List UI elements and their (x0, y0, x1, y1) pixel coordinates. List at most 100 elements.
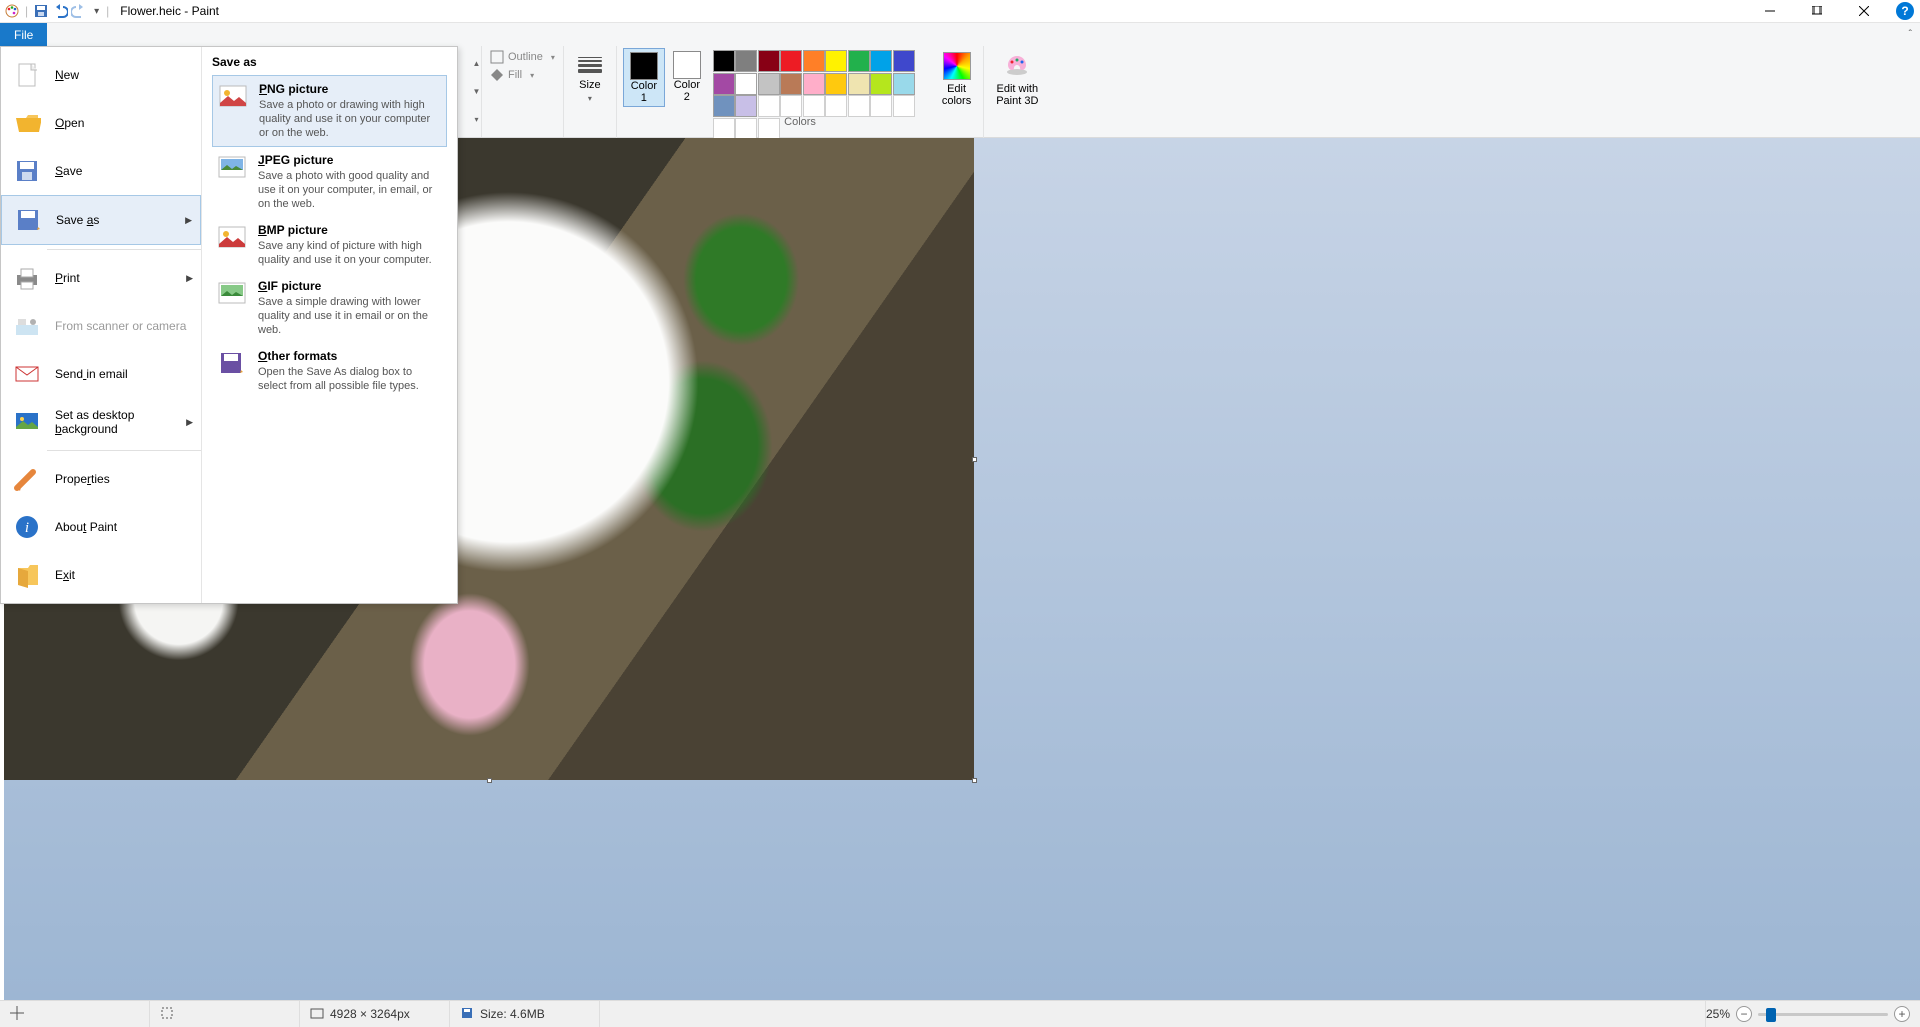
palette-color[interactable] (870, 73, 892, 95)
outline-option[interactable]: Outline▾ (490, 50, 555, 64)
palette-color[interactable] (848, 73, 870, 95)
palette-color[interactable] (848, 50, 870, 72)
file-size: Size: 4.6MB (480, 1007, 545, 1021)
palette-color[interactable] (735, 95, 757, 117)
palette-empty[interactable] (803, 95, 825, 117)
palette-color[interactable] (893, 50, 915, 72)
palette-color[interactable] (870, 50, 892, 72)
file-menu-label: Set as desktop background (55, 408, 191, 436)
file-menu-send-in-email[interactable]: Send in email (1, 350, 201, 398)
ribbon-collapse-icon[interactable]: ˆ (1909, 29, 1912, 40)
resize-handle-bottom[interactable] (487, 778, 492, 783)
help-button[interactable]: ? (1896, 2, 1914, 20)
file-menu-save[interactable]: Save (1, 147, 201, 195)
palette-color[interactable] (780, 73, 802, 95)
fill-option[interactable]: Fill▾ (490, 68, 555, 82)
palette-color[interactable] (735, 50, 757, 72)
saveas-option-jpeg-picture[interactable]: JPEG pictureSave a photo with good quali… (212, 147, 447, 217)
file-menu-icon (11, 109, 43, 137)
file-menu-about-paint[interactable]: iAbout Paint (1, 503, 201, 551)
colors-group-label: Colors (784, 116, 816, 128)
status-bar: 4928 × 3264px Size: 4.6MB 25% − + (0, 1000, 1920, 1027)
saveas-option-png-picture[interactable]: PNG pictureSave a photo or drawing with … (212, 75, 447, 147)
palette-color[interactable] (713, 73, 735, 95)
paint3d-label: Edit with Paint 3D (996, 83, 1038, 107)
file-menu-label: Save (55, 164, 82, 178)
size-icon (576, 54, 604, 76)
title-bar: | ▾ | Flower.heic - Paint ? (0, 0, 1920, 23)
resize-handle-right[interactable] (972, 457, 977, 462)
minimize-button[interactable] (1747, 0, 1792, 22)
saveas-option-icon (216, 153, 248, 181)
zoom-percent: 25% (1706, 1007, 1730, 1021)
file-menu: NewOpen Save Save as▶ Print▶From scanner or… (0, 46, 458, 604)
file-menu-icon (11, 561, 43, 589)
file-menu-icon (11, 61, 43, 89)
saveas-option-icon (216, 349, 248, 377)
saveas-option-icon (217, 82, 249, 110)
color2-button[interactable]: Color 2 (667, 48, 707, 105)
palette-color[interactable] (825, 50, 847, 72)
palette-color[interactable] (825, 73, 847, 95)
shapes-scroll[interactable]: ▲▼▾ (470, 46, 482, 137)
palette-color[interactable] (713, 95, 735, 117)
palette-color[interactable] (735, 73, 757, 95)
palette-color[interactable] (758, 73, 780, 95)
saveas-option-gif-picture[interactable]: GIF pictureSave a simple drawing with lo… (212, 273, 447, 343)
palette-color[interactable] (803, 73, 825, 95)
color1-button[interactable]: Color 1 (623, 48, 665, 107)
saveas-option-bmp-picture[interactable]: BMP pictureSave any kind of picture with… (212, 217, 447, 273)
saveas-option-desc: Save a photo with good quality and use i… (258, 167, 443, 211)
file-tab[interactable]: File (0, 23, 47, 46)
saveas-option-title: BMP picture (258, 223, 443, 237)
file-menu-icon (11, 408, 43, 436)
file-menu-label: Properties (55, 472, 110, 486)
palette-empty[interactable] (713, 118, 735, 140)
qat-customize-icon[interactable]: ▾ (90, 6, 103, 17)
qat-separator-2: | (106, 4, 109, 18)
file-menu-items: NewOpen Save Save as▶ Print▶From scanner or… (1, 47, 201, 603)
palette-empty[interactable] (758, 95, 780, 117)
palette-empty[interactable] (758, 118, 780, 140)
palette-empty[interactable] (825, 95, 847, 117)
palette-empty[interactable] (870, 95, 892, 117)
undo-icon[interactable] (52, 3, 68, 19)
maximize-button[interactable] (1794, 0, 1839, 22)
edit-colors-button[interactable]: Edit colors (936, 48, 977, 109)
file-menu-open[interactable]: Open (1, 99, 201, 147)
size-button[interactable]: Size ▾ (570, 52, 610, 105)
palette-empty[interactable] (780, 95, 802, 117)
submenu-arrow-icon: ▶ (185, 215, 192, 226)
file-menu-new[interactable]: New (1, 51, 201, 99)
zoom-in-button[interactable]: + (1894, 1006, 1910, 1022)
palette-color[interactable] (713, 50, 735, 72)
file-menu-set-as-desktop-background[interactable]: Set as desktop background▶ (1, 398, 201, 446)
palette-color[interactable] (893, 73, 915, 95)
color-palette (709, 48, 934, 140)
palette-empty[interactable] (893, 95, 915, 117)
palette-color[interactable] (803, 50, 825, 72)
file-menu-save-as[interactable]: Save as▶ (1, 195, 201, 245)
palette-color[interactable] (780, 50, 802, 72)
dimensions-icon (310, 1006, 324, 1023)
saveas-option-title: JPEG picture (258, 153, 443, 167)
palette-empty[interactable] (735, 118, 757, 140)
file-menu-icon (11, 465, 43, 493)
paint-app-icon (4, 3, 20, 19)
close-button[interactable] (1841, 0, 1886, 22)
submenu-arrow-icon: ▶ (186, 417, 193, 428)
saveas-option-other-formats[interactable]: Other formatsOpen the Save As dialog box… (212, 343, 447, 399)
file-menu-exit[interactable]: Exit (1, 551, 201, 599)
palette-color[interactable] (758, 50, 780, 72)
resize-handle-corner[interactable] (972, 778, 977, 783)
palette-empty[interactable] (848, 95, 870, 117)
save-icon[interactable] (33, 3, 49, 19)
paint3d-button[interactable]: Edit with Paint 3D (990, 48, 1044, 109)
redo-icon[interactable] (71, 3, 87, 19)
zoom-slider[interactable] (1758, 1013, 1888, 1016)
zoom-thumb[interactable] (1766, 1008, 1776, 1022)
file-menu-properties[interactable]: Properties (1, 455, 201, 503)
zoom-out-button[interactable]: − (1736, 1006, 1752, 1022)
file-menu-from-scanner-or-camera[interactable]: From scanner or camera (1, 302, 201, 350)
file-menu-print[interactable]: Print▶ (1, 254, 201, 302)
